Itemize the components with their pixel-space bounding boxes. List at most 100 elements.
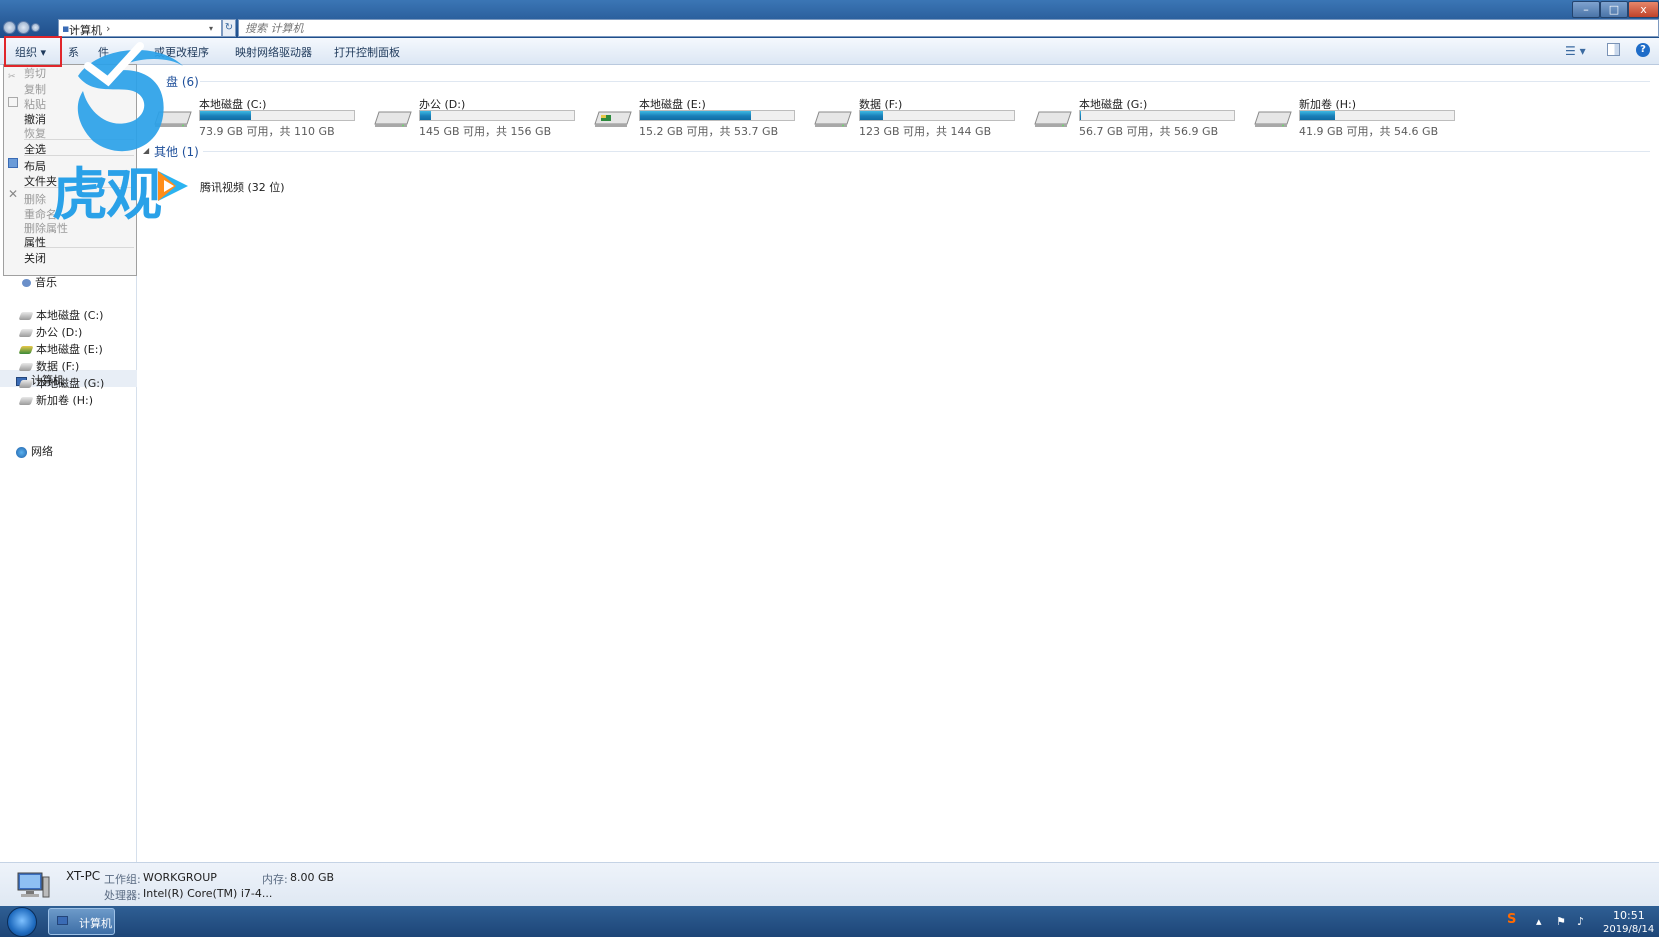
- help-icon[interactable]: ?: [1636, 43, 1650, 57]
- breadcrumb-chevron-icon[interactable]: ›: [106, 22, 110, 35]
- title-bar: ▪ › 计算机 › ▾ ↻ – □ x: [0, 0, 1659, 38]
- sidebar-item-drive-h[interactable]: 新加卷 (H:): [18, 392, 93, 408]
- show-hidden-icons-button[interactable]: ▴: [1536, 915, 1542, 928]
- group-header-drives[interactable]: 盘 (6): [166, 73, 199, 90]
- maximize-button[interactable]: □: [1600, 1, 1628, 18]
- paste-icon: [8, 97, 18, 107]
- group-header-other[interactable]: 其他 (1): [154, 143, 199, 160]
- action-center-flag-icon[interactable]: ⚑: [1556, 915, 1566, 928]
- hard-drive-icon: [154, 111, 192, 127]
- hard-drive-icon: [374, 111, 412, 127]
- organize-highlight-box: [4, 36, 62, 67]
- drive-usage-bar: [419, 110, 575, 121]
- sidebar-item-drive-d[interactable]: 办公 (D:): [18, 324, 82, 340]
- sidebar-item-drive-g[interactable]: 本地磁盘 (G:): [18, 375, 104, 391]
- drive-usage-fill: [1080, 111, 1081, 120]
- sidebar-item-drive-e[interactable]: 本地磁盘 (E:): [18, 341, 103, 357]
- search-input[interactable]: [239, 20, 1658, 36]
- minimize-button[interactable]: –: [1572, 1, 1600, 18]
- organize-menu-item: 删除: [24, 193, 46, 206]
- map-network-drive-button[interactable]: 映射网络驱动器: [235, 44, 312, 60]
- drive-tile[interactable]: 数据 (F:) 123 GB 可用，共 144 GB: [813, 94, 1028, 138]
- organize-menu-item: 粘贴: [24, 98, 46, 111]
- drive-free-space: 123 GB 可用，共 144 GB: [859, 125, 992, 138]
- close-button[interactable]: x: [1628, 1, 1659, 18]
- tencent-video-label: 腾讯视频 (32 位): [200, 181, 285, 194]
- organize-menu-item[interactable]: 布局: [24, 158, 46, 174]
- drive-free-space: 145 GB 可用，共 156 GB: [419, 125, 552, 138]
- sidebar-item-drive-f[interactable]: 数据 (F:): [18, 358, 79, 374]
- drive-usage-bar: [1299, 110, 1455, 121]
- search-box[interactable]: [238, 19, 1659, 37]
- hard-drive-icon: [814, 111, 852, 127]
- drive-usage-fill: [200, 111, 251, 120]
- preview-pane-icon[interactable]: [1607, 43, 1620, 56]
- drive-usage-bar: [859, 110, 1015, 121]
- address-dropdown-icon[interactable]: ▾: [209, 24, 213, 33]
- taskbar-item-computer[interactable]: 计算机: [48, 908, 115, 935]
- drive-icon: [18, 380, 34, 388]
- drive-tile[interactable]: 本地磁盘 (C:) 73.9 GB 可用，共 110 GB: [153, 94, 368, 138]
- layout-icon: [8, 158, 18, 168]
- sidebar-item-network[interactable]: 网络: [16, 443, 53, 459]
- clock-date[interactable]: 2019/8/14: [1603, 924, 1654, 935]
- pc-name: XT-PC: [66, 869, 101, 883]
- workgroup-value: WORKGROUP: [143, 871, 217, 884]
- drive-free-space: 15.2 GB 可用，共 53.7 GB: [639, 125, 779, 138]
- watermark-text: 虎观: [52, 163, 162, 228]
- menu-separator: [24, 247, 134, 248]
- sidebar-item-drive-c[interactable]: 本地磁盘 (C:): [18, 307, 103, 323]
- clock-time[interactable]: 10:51: [1613, 909, 1645, 922]
- volume-icon[interactable]: ♪: [1577, 915, 1584, 928]
- processor-label: 处理器:: [104, 889, 141, 902]
- drive-free-space: 73.9 GB 可用，共 110 GB: [199, 125, 335, 138]
- refresh-icon[interactable]: ↻: [222, 19, 236, 37]
- start-button[interactable]: [7, 907, 37, 937]
- workgroup-label: 工作组:: [104, 873, 141, 886]
- ime-sogou-icon[interactable]: S: [1507, 912, 1516, 927]
- computer-large-icon: [17, 872, 50, 898]
- system-drive-icon: [594, 111, 632, 127]
- drive-usage-bar: [1079, 110, 1235, 121]
- scissors-icon: ✂: [8, 72, 16, 82]
- organize-menu-item: 剪切: [24, 67, 46, 80]
- drive-tile[interactable]: 本地磁盘 (G:) 56.7 GB 可用，共 56.9 GB: [1033, 94, 1248, 138]
- hard-drive-icon: [1034, 111, 1072, 127]
- drive-usage-fill: [1300, 111, 1336, 120]
- drive-usage-fill: [420, 111, 431, 120]
- recent-pages-button[interactable]: [31, 23, 40, 32]
- breadcrumb-computer[interactable]: 计算机: [69, 22, 102, 38]
- view-options-icon[interactable]: ☰ ▾: [1565, 44, 1586, 58]
- uninstall-change-program-button[interactable]: 或更改程序: [154, 44, 209, 60]
- organize-menu-item: 复制: [24, 83, 46, 96]
- forward-button[interactable]: [17, 21, 30, 34]
- drive-tile[interactable]: 新加卷 (H:) 41.9 GB 可用，共 54.6 GB: [1253, 94, 1468, 138]
- delete-x-icon: ✕: [8, 187, 19, 201]
- system-drive-icon: [18, 346, 34, 354]
- system-properties-button[interactable]: 系: [68, 44, 79, 60]
- drive-free-space: 56.7 GB 可用，共 56.9 GB: [1079, 125, 1219, 138]
- drive-usage-fill: [860, 111, 884, 120]
- drive-free-space: 41.9 GB 可用，共 54.6 GB: [1299, 125, 1439, 138]
- menu-separator: [24, 139, 134, 140]
- open-control-panel-button[interactable]: 打开控制面板: [334, 44, 400, 60]
- drive-tile[interactable]: 本地磁盘 (E:) 15.2 GB 可用，共 53.7 GB: [593, 94, 808, 138]
- uninstall-button-partial[interactable]: 件: [98, 44, 109, 60]
- memory-value: 8.00 GB: [290, 871, 335, 884]
- sidebar-item-music[interactable]: 音乐: [22, 274, 57, 290]
- drive-tile[interactable]: 办公 (D:) 145 GB 可用，共 156 GB: [373, 94, 588, 138]
- drive-icon: [18, 363, 34, 371]
- hard-drive-icon: [1254, 111, 1292, 127]
- taskbar: 计算机 S ▴ ⚑ ♪ 10:51 2019/8/14: [0, 906, 1659, 937]
- drive-icon: [18, 397, 34, 405]
- command-bar: 组织 ▾ 系 件 或更改程序 映射网络驱动器 打开控制面板: [0, 38, 1659, 65]
- back-button[interactable]: [3, 21, 16, 34]
- organize-menu-item[interactable]: 关闭: [24, 250, 46, 266]
- address-bar[interactable]: ▪ › 计算机 › ▾: [58, 19, 222, 37]
- music-icon: [22, 279, 31, 287]
- processor-value: Intel(R) Core(TM) i7-4...: [143, 887, 273, 900]
- drive-icon: [18, 312, 34, 320]
- memory-label: 内存:: [262, 873, 288, 886]
- computer-icon: [57, 916, 68, 925]
- drive-usage-bar: [199, 110, 355, 121]
